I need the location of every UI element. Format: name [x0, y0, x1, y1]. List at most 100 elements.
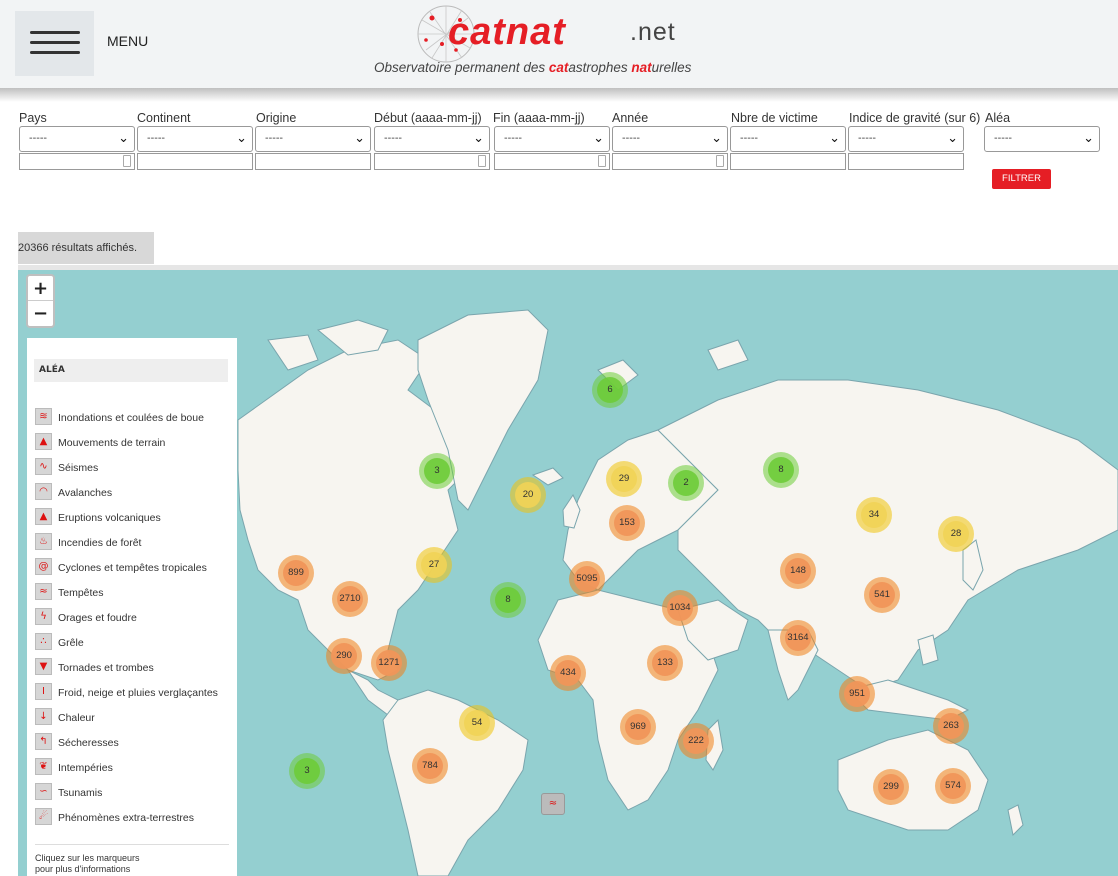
legend-item-label: Orages et foudre	[58, 612, 137, 624]
map-cluster-marker[interactable]: 3164	[780, 620, 816, 656]
legend-item-secheresses[interactable]: ↰ Sécheresses	[35, 733, 235, 753]
map-cluster-marker[interactable]: 8	[490, 582, 526, 618]
map-cluster-marker[interactable]: 148	[780, 553, 816, 589]
legend-item-avalanches[interactable]: ◠ Avalanches	[35, 483, 235, 503]
map-cluster-marker[interactable]: 34	[856, 497, 892, 533]
map-cluster-marker[interactable]: 3	[419, 453, 455, 489]
legend-item-label: Cyclones et tempêtes tropicales	[58, 562, 207, 574]
legend-item-froid[interactable]: I Froid, neige et pluies verglaçantes	[35, 683, 235, 703]
map-cluster-marker[interactable]: 541	[864, 577, 900, 613]
tagline-part: urelles	[651, 60, 692, 75]
map-cluster-marker[interactable]: 3	[289, 753, 325, 789]
zoom-out-button[interactable]: −	[28, 301, 53, 326]
map-cluster-marker[interactable]: 222	[678, 723, 714, 759]
map-cluster-marker[interactable]: 299	[873, 769, 909, 805]
map-cluster-marker[interactable]: 290	[326, 638, 362, 674]
map-cluster-marker[interactable]: 899	[278, 555, 314, 591]
continent-select[interactable]: ----- ⌄	[137, 126, 253, 152]
map-cluster-marker[interactable]: 28	[938, 516, 974, 552]
cyclone-icon: @	[35, 558, 52, 575]
map-cluster-marker[interactable]: 29	[606, 461, 642, 497]
legend-item-tornades[interactable]: ▼ Tornades et trombes	[35, 658, 235, 678]
legend-item-label: Intempéries	[58, 762, 113, 774]
victimes-select[interactable]: ----- ⌄	[730, 126, 846, 152]
map-cluster-marker[interactable]: 2	[668, 465, 704, 501]
pays-select[interactable]: ----- ⌄	[19, 126, 135, 152]
storm-event-marker[interactable]: ≈	[541, 793, 565, 815]
origine-input[interactable]	[255, 153, 371, 170]
map-cluster-marker[interactable]: 153	[609, 505, 645, 541]
fin-date-input[interactable]	[494, 153, 610, 170]
menu-label[interactable]: MENU	[107, 33, 148, 49]
gravite-input[interactable]	[848, 153, 964, 170]
map-cluster-marker[interactable]: 784	[412, 748, 448, 784]
map-cluster-marker[interactable]: 133	[647, 645, 683, 681]
pays-input[interactable]	[19, 153, 135, 170]
calendar-icon	[478, 155, 486, 167]
map-cluster-marker[interactable]: 263	[933, 708, 969, 744]
victimes-input[interactable]	[730, 153, 846, 170]
map-cluster-marker[interactable]: 27	[416, 547, 452, 583]
map-cluster-marker[interactable]: 20	[510, 477, 546, 513]
map-cluster-marker[interactable]: 6	[592, 372, 628, 408]
annee-select[interactable]: ----- ⌄	[612, 126, 728, 152]
cluster-count: 1271	[376, 650, 402, 676]
legend-item-intemperies[interactable]: ❦ Intempéries	[35, 758, 235, 778]
cluster-count: 5095	[574, 566, 600, 592]
cluster-count: 153	[614, 510, 640, 536]
zoom-in-button[interactable]: +	[28, 276, 53, 301]
filter-label-fin: Fin (aaaa-mm-jj)	[493, 111, 585, 125]
map-cluster-marker[interactable]: 2710	[332, 581, 368, 617]
legend-item-eruptions[interactable]: ▲ Eruptions volcaniques	[35, 508, 235, 528]
cluster-count: 8	[768, 457, 794, 483]
alea-select[interactable]: ----- ⌄	[984, 126, 1100, 152]
legend-item-tempetes[interactable]: ≈ Tempêtes	[35, 583, 235, 603]
map-cluster-marker[interactable]: 1271	[371, 645, 407, 681]
chevron-down-icon: ⌄	[1083, 131, 1094, 146]
select-value: -----	[622, 133, 641, 144]
annee-input[interactable]	[612, 153, 728, 170]
debut-select[interactable]: ----- ⌄	[374, 126, 490, 152]
legend-item-chaleur[interactable]: ↓ Chaleur	[35, 708, 235, 728]
cold-thermometer-icon: I	[35, 683, 52, 700]
continent-input[interactable]	[137, 153, 253, 170]
map-cluster-marker[interactable]: 969	[620, 709, 656, 745]
legend-item-grele[interactable]: ∴ Grêle	[35, 633, 235, 653]
drought-icon: ↰	[35, 733, 52, 750]
chevron-down-icon: ⌄	[473, 131, 484, 146]
fin-select[interactable]: ----- ⌄	[494, 126, 610, 152]
map-cluster-marker[interactable]: 54	[459, 705, 495, 741]
legend-item-label: Tornades et trombes	[58, 662, 154, 674]
map-cluster-marker[interactable]: 5095	[569, 561, 605, 597]
gravite-select[interactable]: ----- ⌄	[848, 126, 964, 152]
legend-item-cyclones[interactable]: @ Cyclones et tempêtes tropicales	[35, 558, 235, 578]
map-cluster-marker[interactable]: 1034	[662, 590, 698, 626]
debut-date-input[interactable]	[374, 153, 490, 170]
legend-note: Cliquez sur les marqueurs pour plus d'in…	[35, 853, 140, 875]
origine-select[interactable]: ----- ⌄	[255, 126, 371, 152]
earthquake-icon: ∿	[35, 458, 52, 475]
site-logo[interactable]: catnat .net Observatoire permanent des c…	[372, 0, 792, 84]
legend-item-tsunamis[interactable]: ∽ Tsunamis	[35, 783, 235, 803]
cluster-count: 290	[331, 643, 357, 669]
zoom-control: + −	[26, 274, 55, 328]
legend-item-mouvements[interactable]: ▲ Mouvements de terrain	[35, 433, 235, 453]
map-cluster-marker[interactable]: 434	[550, 655, 586, 691]
cluster-count: 3	[294, 758, 320, 784]
legend-item-inondations[interactable]: ≋ Inondations et coulées de boue	[35, 408, 235, 428]
landslide-icon: ▲	[35, 433, 52, 450]
hamburger-menu-button[interactable]	[15, 11, 94, 76]
filter-button[interactable]: FILTRER	[992, 169, 1051, 189]
legend-item-label: Sécheresses	[58, 737, 119, 749]
map-cluster-marker[interactable]: 951	[839, 676, 875, 712]
map-cluster-marker[interactable]: 8	[763, 452, 799, 488]
cluster-count: 899	[283, 560, 309, 586]
select-value: -----	[858, 133, 877, 144]
legend-item-seismes[interactable]: ∿ Séismes	[35, 458, 235, 478]
map-cluster-marker[interactable]: 574	[935, 768, 971, 804]
cluster-count: 54	[464, 710, 490, 736]
legend-item-orages[interactable]: ϟ Orages et foudre	[35, 608, 235, 628]
legend-item-extraterrestres[interactable]: ☄ Phénomènes extra-terrestres	[35, 808, 235, 828]
legend-item-incendies[interactable]: ♨ Incendies de forêt	[35, 533, 235, 553]
hamburger-icon	[30, 31, 80, 34]
